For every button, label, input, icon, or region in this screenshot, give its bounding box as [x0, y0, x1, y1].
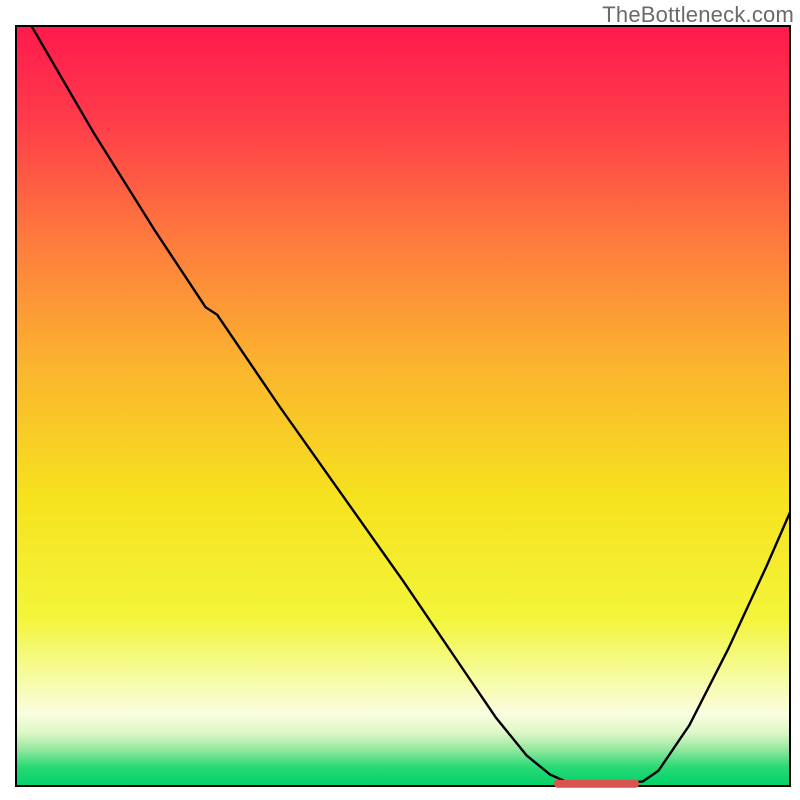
- bottleneck-chart: [0, 0, 800, 800]
- chart-frame: TheBottleneck.com: [0, 0, 800, 800]
- watermark-label: TheBottleneck.com: [602, 2, 794, 28]
- plot-background: [16, 26, 790, 786]
